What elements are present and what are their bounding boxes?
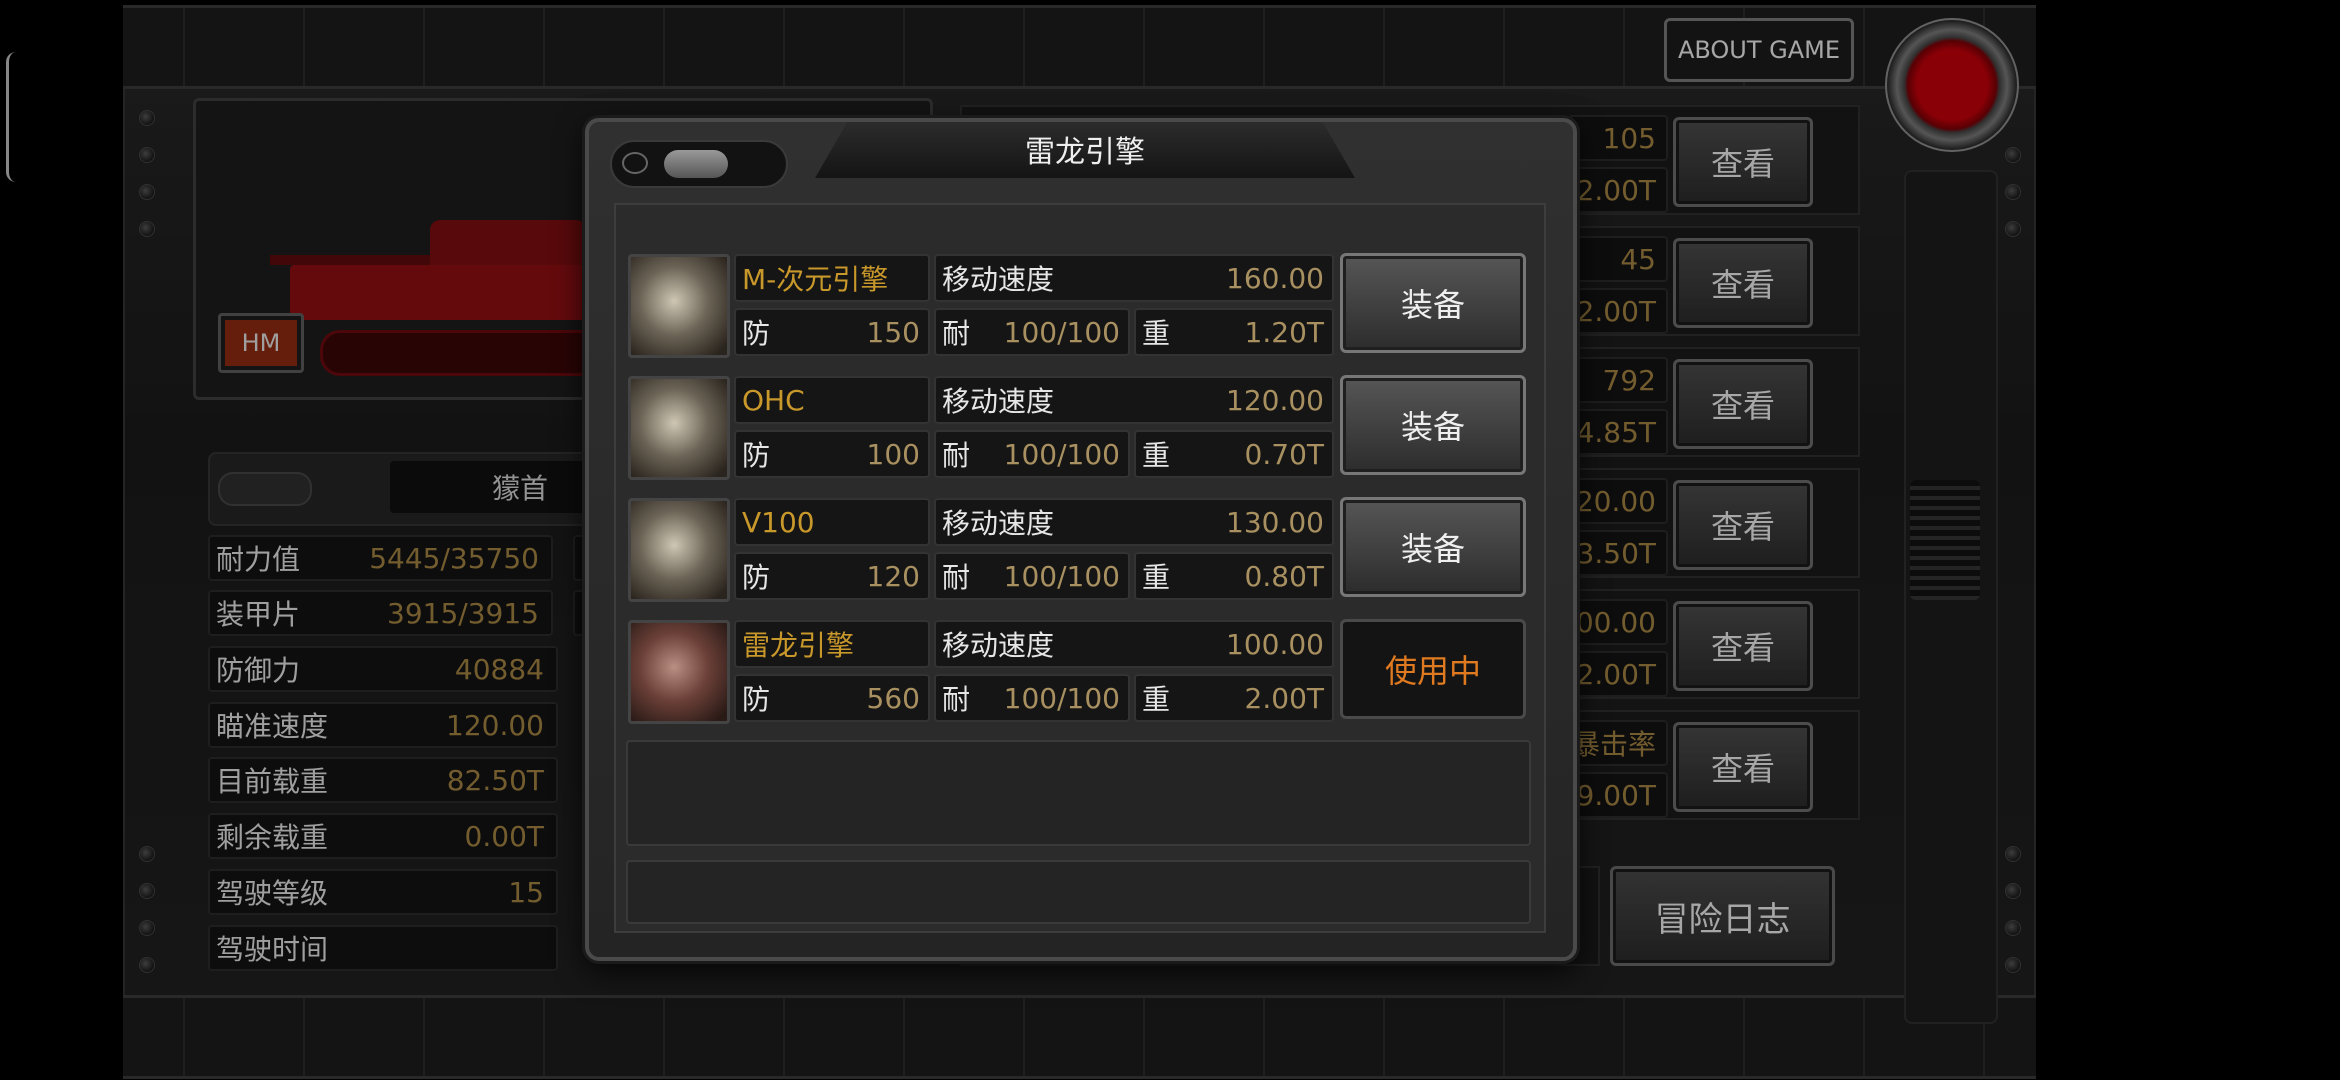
engine-name: 雷龙引擎 — [734, 620, 930, 668]
in-use-status: 使用中 — [1340, 619, 1526, 719]
speed-value: 130.00 — [1226, 505, 1324, 539]
weight-label: 重 — [1142, 561, 1171, 594]
engine-name: OHC — [734, 376, 930, 424]
engine-item: V100 移动速度 130.00 防 120 耐 100/100 重 0.80T… — [622, 494, 1534, 606]
defense-cell: 防 120 — [734, 552, 930, 600]
weight-cell: 重 0.80T — [1134, 552, 1334, 600]
durability-value: 100/100 — [1003, 437, 1120, 471]
defense-value: 120 — [866, 559, 920, 593]
defense-label: 防 — [742, 439, 771, 472]
weight-cell: 重 1.20T — [1134, 308, 1334, 356]
defense-cell: 防 560 — [734, 674, 930, 722]
engine-item: OHC 移动速度 120.00 防 100 耐 100/100 重 0.70T … — [622, 372, 1534, 484]
equip-button[interactable]: 装备 — [1340, 375, 1526, 475]
weight-value: 0.70T — [1244, 437, 1324, 471]
durability-value: 100/100 — [1003, 559, 1120, 593]
speed-value: 100.00 — [1226, 627, 1324, 661]
engine-item: 雷龙引擎 移动速度 100.00 防 560 耐 100/100 重 2.00T… — [622, 616, 1534, 728]
engine-icon — [628, 498, 730, 602]
engine-icon — [628, 376, 730, 480]
durability-cell: 耐 100/100 — [934, 674, 1130, 722]
speed-cell: 移动速度 100.00 — [934, 620, 1334, 668]
defense-value: 150 — [866, 315, 920, 349]
durability-cell: 耐 100/100 — [934, 430, 1130, 478]
speed-label: 移动速度 — [942, 507, 1055, 540]
weight-value: 2.00T — [1244, 681, 1324, 715]
durability-value: 100/100 — [1003, 681, 1120, 715]
defense-cell: 防 100 — [734, 430, 930, 478]
speed-value: 160.00 — [1226, 261, 1324, 295]
speed-label: 移动速度 — [942, 263, 1055, 296]
speed-cell: 移动速度 130.00 — [934, 498, 1334, 546]
engine-icon — [628, 254, 730, 358]
engine-name: V100 — [734, 498, 930, 546]
durability-label: 耐 — [942, 561, 971, 594]
dialog-toggle[interactable] — [610, 140, 788, 188]
weight-cell: 重 0.70T — [1134, 430, 1334, 478]
dialog-title: 雷龙引擎 — [1025, 135, 1145, 170]
toggle-knob — [664, 150, 728, 178]
durability-value: 100/100 — [1003, 315, 1120, 349]
defense-value: 100 — [866, 437, 920, 471]
weight-value: 1.20T — [1244, 315, 1324, 349]
engine-icon — [628, 620, 730, 724]
durability-cell: 耐 100/100 — [934, 308, 1130, 356]
weight-label: 重 — [1142, 439, 1171, 472]
durability-label: 耐 — [942, 683, 971, 716]
speed-cell: 移动速度 160.00 — [934, 254, 1334, 302]
defense-cell: 防 150 — [734, 308, 930, 356]
defense-value: 560 — [866, 681, 920, 715]
engine-name: M-次元引擎 — [734, 254, 930, 302]
speed-cell: 移动速度 120.00 — [934, 376, 1334, 424]
durability-label: 耐 — [942, 317, 971, 350]
weight-value: 0.80T — [1244, 559, 1324, 593]
speed-label: 移动速度 — [942, 629, 1055, 662]
weight-label: 重 — [1142, 683, 1171, 716]
defense-label: 防 — [742, 317, 771, 350]
defense-label: 防 — [742, 683, 771, 716]
empty-engine-slot — [626, 860, 1531, 924]
weight-cell: 重 2.00T — [1134, 674, 1334, 722]
durability-label: 耐 — [942, 439, 971, 472]
equip-button[interactable]: 装备 — [1340, 253, 1526, 353]
weight-label: 重 — [1142, 317, 1171, 350]
engine-item: M-次元引擎 移动速度 160.00 防 150 耐 100/100 重 1.2… — [622, 250, 1534, 362]
empty-engine-slot — [626, 740, 1531, 846]
speed-value: 120.00 — [1226, 383, 1324, 417]
speed-label: 移动速度 — [942, 385, 1055, 418]
defense-label: 防 — [742, 561, 771, 594]
equip-button[interactable]: 装备 — [1340, 497, 1526, 597]
durability-cell: 耐 100/100 — [934, 552, 1130, 600]
eye-icon — [622, 152, 648, 174]
